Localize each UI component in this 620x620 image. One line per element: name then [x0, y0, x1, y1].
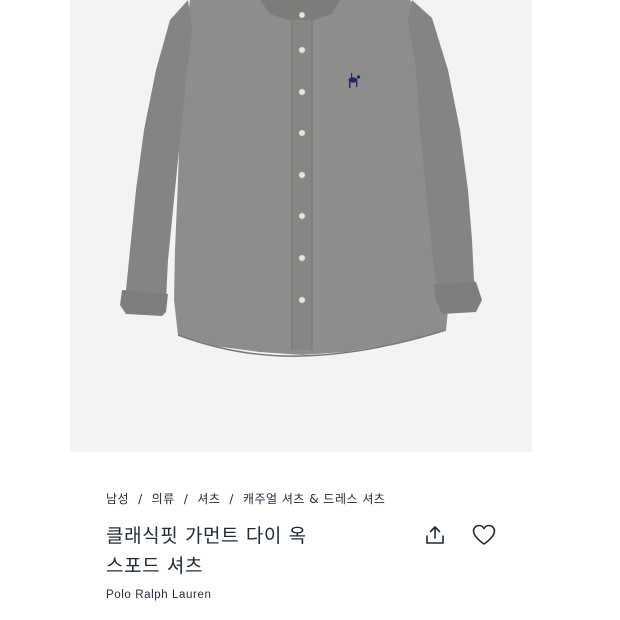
breadcrumb-separator: /: [229, 492, 234, 506]
left-cuff: [120, 290, 168, 316]
product-title: 클래식핏 가먼트 다이 옥 스포드 셔츠: [106, 521, 406, 581]
product-page: 남성 / 의류 / 셔츠 / 캐주얼 셔츠 & 드레스 셔츠 클래식핏 가먼트 다이 옥 스…: [0, 0, 620, 620]
breadcrumb-item-shirts[interactable]: 셔츠: [197, 492, 220, 506]
breadcrumb-item-casual-dress-shirts[interactable]: 캐주얼 셔츠 & 드레스 셔츠: [243, 492, 386, 506]
breadcrumb-item-men[interactable]: 남성: [106, 492, 129, 506]
heart-icon: [472, 524, 496, 545]
breadcrumb-separator: /: [138, 492, 143, 506]
share-button[interactable]: [421, 521, 449, 549]
wishlist-button[interactable]: [470, 521, 498, 549]
product-title-line1: 클래식핏 가먼트 다이 옥: [106, 525, 307, 547]
share-icon: [426, 526, 444, 544]
breadcrumb: 남성 / 의류 / 셔츠 / 캐주얼 셔츠 & 드레스 셔츠: [106, 490, 385, 507]
shirt-illustration: [120, 0, 482, 357]
breadcrumb-separator: /: [183, 492, 189, 506]
product-image[interactable]: [70, 0, 532, 452]
product-title-line2: 스포드 셔츠: [106, 555, 204, 577]
breadcrumb-item-clothing[interactable]: 의류: [152, 492, 175, 506]
right-cuff: [434, 282, 482, 314]
brand-name[interactable]: Polo Ralph Lauren: [106, 589, 211, 601]
